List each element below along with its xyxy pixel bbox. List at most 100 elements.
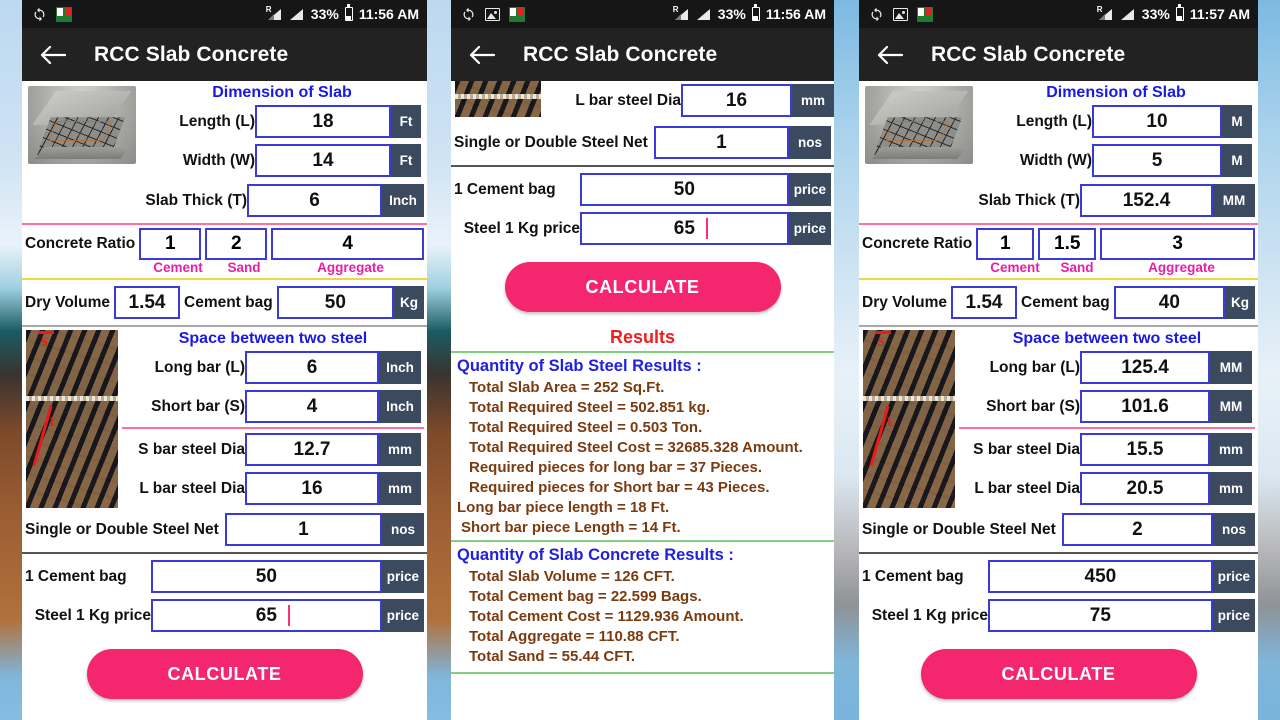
dry-volume-row-1: Dry Volume 1.54 Cement bag 50 Kg <box>22 283 427 322</box>
input-longbar-3[interactable]: 125.4 <box>1080 351 1210 384</box>
label-lbardia-3: L bar steel Dia <box>974 479 1080 497</box>
result-line: Total Required Steel Cost = 32685.328 Am… <box>469 438 803 456</box>
input-ratio-aggregate-1[interactable]: 4 <box>271 228 424 260</box>
caption-cement-3: Cement <box>990 260 1040 275</box>
battery-icon <box>344 4 353 21</box>
input-ratio-sand-3[interactable]: 1.5 <box>1038 228 1097 260</box>
label-cementprice-2: 1 Cement bag <box>454 180 556 198</box>
input-shortbar-3[interactable]: 101.6 <box>1080 390 1210 423</box>
signal-roaming-icon: R <box>266 5 283 21</box>
input-steelnet-1[interactable]: 1 <box>224 513 382 546</box>
status-bar-2: R 33% 11:56 AM <box>451 0 834 28</box>
calculate-button-2[interactable]: CALCULATE <box>504 262 781 312</box>
field-row-shortbar-3: Short bar (S) 101.6 MM <box>959 387 1255 426</box>
input-sbardia-1[interactable]: 12.7 <box>245 433 379 466</box>
input-width-3[interactable]: 5 <box>1092 144 1222 177</box>
field-row-longbar-3: Long bar (L) 125.4 MM <box>959 348 1255 387</box>
app-bar-3: RCC Slab Concrete <box>859 28 1258 81</box>
book-icon <box>917 6 933 22</box>
input-steelprice-1[interactable]: 65 <box>151 599 382 632</box>
clock-1: 11:56 AM <box>358 6 419 22</box>
unit-steelnet-3: nos <box>1213 513 1255 546</box>
input-steelnet-2[interactable]: 1 <box>653 126 789 159</box>
input-cement-bag-3[interactable]: 40 <box>1113 286 1225 319</box>
label-lbardia-1: L bar steel Dia <box>139 479 245 497</box>
sync-icon <box>32 7 47 22</box>
input-ratio-aggregate-3[interactable]: 3 <box>1100 228 1255 260</box>
result-line: Required pieces for Short bar = 43 Piece… <box>469 478 770 496</box>
app-bar-1: RCC Slab Concrete <box>22 28 427 81</box>
label-concrete-ratio-3: Concrete Ratio <box>862 235 973 252</box>
rebar-photo-2 <box>455 81 541 117</box>
field-row-thickness-1: Slab Thick (T) 6 Inch <box>22 181 427 220</box>
input-ratio-cement-3[interactable]: 1 <box>976 228 1035 260</box>
back-arrow-icon[interactable] <box>40 44 66 66</box>
sync-icon <box>869 7 884 22</box>
result-line: Short bar piece Length = 14 Ft. <box>461 518 681 536</box>
unit-cement-bag-1: Kg <box>394 286 424 319</box>
input-ratio-cement-1[interactable]: 1 <box>139 228 202 260</box>
input-cementprice-3[interactable]: 450 <box>988 560 1213 593</box>
unit-cementprice-1: price <box>381 560 424 593</box>
app-bar-2: RCC Slab Concrete <box>451 28 834 81</box>
rebar-marker-l: L <box>49 413 59 429</box>
field-row-sbardia-3: S bar steel Dia 15.5 mm <box>959 430 1255 469</box>
label-cement-bag-3: Cement bag <box>1021 293 1110 311</box>
phone-screenshot-3: R 33% 11:57 AM RCC Slab Concrete Dimensi… <box>859 0 1258 720</box>
input-dry-volume-1[interactable]: 1.54 <box>114 286 180 319</box>
calculate-button-3[interactable]: CALCULATE <box>920 649 1197 699</box>
ratio-captions-3: Cement Sand Aggregate <box>859 260 1258 275</box>
input-shortbar-1[interactable]: 4 <box>245 390 379 423</box>
input-steelnet-3[interactable]: 2 <box>1061 513 1213 546</box>
input-cementprice-1[interactable]: 50 <box>151 560 382 593</box>
label-width-3: Width (W) <box>1019 151 1092 169</box>
input-ratio-sand-1[interactable]: 2 <box>205 228 268 260</box>
input-dry-volume-3[interactable]: 1.54 <box>951 286 1017 319</box>
status-bar-3: R 33% 11:57 AM <box>859 0 1258 28</box>
slab-illustration <box>28 86 136 164</box>
input-steelprice-2[interactable]: 65 <box>580 212 789 245</box>
unit-width-3: M <box>1222 144 1252 177</box>
unit-length-3: M <box>1222 105 1252 138</box>
label-dry-volume-1: Dry Volume <box>25 293 110 311</box>
result-line: Total Slab Area = 252 Sq.Ft. <box>469 378 665 396</box>
input-lbardia-1[interactable]: 16 <box>245 472 379 505</box>
input-cementprice-2[interactable]: 50 <box>580 173 789 206</box>
concrete-results-heading: Quantity of Slab Concrete Results : <box>457 546 734 564</box>
battery-percent-3: 33% <box>1141 6 1170 22</box>
caption-cement-1: Cement <box>153 260 203 275</box>
back-arrow-icon[interactable] <box>877 44 903 66</box>
slab-illustration <box>865 86 973 164</box>
input-lbardia-3[interactable]: 20.5 <box>1080 472 1210 505</box>
divider-green-top <box>451 351 834 353</box>
input-width-1[interactable]: 14 <box>255 144 391 177</box>
input-steelprice-3[interactable]: 75 <box>988 599 1213 632</box>
input-sbardia-3[interactable]: 15.5 <box>1080 433 1210 466</box>
steel-results-heading: Quantity of Slab Steel Results : <box>457 357 702 375</box>
back-arrow-icon[interactable] <box>469 44 495 66</box>
label-thickness-1: Slab Thick (T) <box>145 191 247 209</box>
label-steelnet-2: Single or Double Steel Net <box>454 133 648 151</box>
page-title-2: RCC Slab Concrete <box>523 42 718 66</box>
rebar-marker-l: L <box>886 413 896 429</box>
input-cement-bag-1[interactable]: 50 <box>276 286 394 319</box>
label-cementprice-3: 1 Cement bag <box>862 567 964 585</box>
input-lbardia-2[interactable]: 16 <box>681 84 792 117</box>
unit-steelprice-3: price <box>1212 599 1255 632</box>
calculate-button-1[interactable]: CALCULATE <box>86 649 363 699</box>
label-steelprice-1: Steel 1 Kg price <box>34 606 151 624</box>
result-line: Total Cement bag = 22.599 Bags. <box>469 587 702 605</box>
field-row-thickness-3: Slab Thick (T) 152.4 MM <box>859 181 1258 220</box>
result-line: Total Sand = 55.44 CFT. <box>469 647 636 665</box>
divider-yellow-3 <box>859 278 1258 280</box>
input-length-1[interactable]: 18 <box>255 105 391 138</box>
input-length-3[interactable]: 10 <box>1092 105 1222 138</box>
results-title: Results <box>609 327 676 347</box>
input-thickness-3[interactable]: 152.4 <box>1080 184 1213 217</box>
label-steelprice-3: Steel 1 Kg price <box>871 606 988 624</box>
input-thickness-1[interactable]: 6 <box>247 184 382 217</box>
roaming-letter: R <box>1096 4 1103 14</box>
photo-icon <box>485 7 500 21</box>
label-steelprice-2: Steel 1 Kg price <box>463 219 580 237</box>
input-longbar-1[interactable]: 6 <box>245 351 379 384</box>
